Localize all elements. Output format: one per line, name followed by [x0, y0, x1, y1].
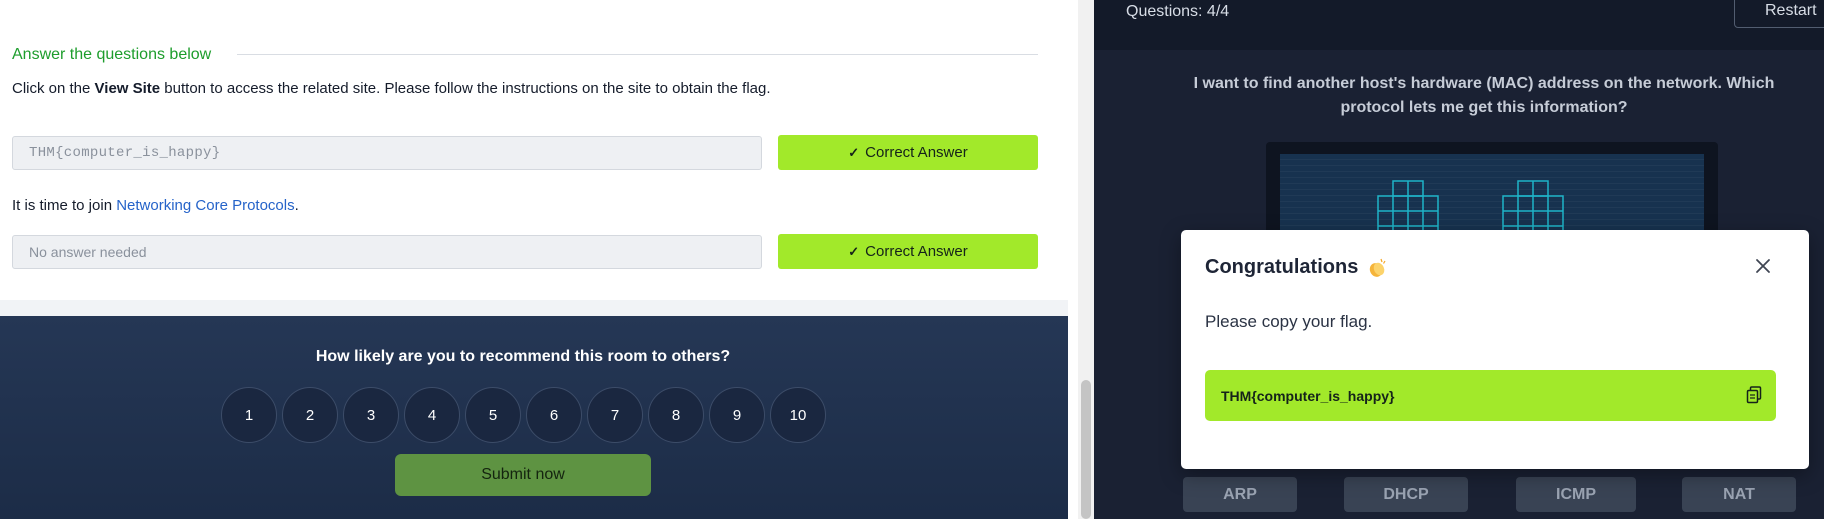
- network-illustration: [1266, 142, 1718, 253]
- check-icon: ✓: [848, 144, 860, 160]
- section-divider: [237, 54, 1038, 55]
- question-2-after: .: [294, 197, 299, 214]
- close-icon[interactable]: [1749, 252, 1777, 280]
- option-dhcp-button[interactable]: DHCP: [1344, 477, 1468, 512]
- restart-button[interactable]: Restart: [1734, 0, 1824, 28]
- feedback-question: How likely are you to recommend this roo…: [315, 348, 731, 365]
- scrollbar-thumb[interactable]: [1081, 380, 1091, 519]
- rating-button-7[interactable]: 7: [587, 387, 643, 443]
- congratulations-modal: Congratulations Please copy your flag. T…: [1181, 230, 1809, 469]
- answer-1-field[interactable]: THM{computer_is_happy}: [12, 136, 762, 170]
- rating-button-9[interactable]: 9: [709, 387, 765, 443]
- modal-title: Congratulations: [1205, 256, 1388, 279]
- flag-copy-box[interactable]: THM{computer_is_happy}: [1205, 370, 1776, 421]
- option-icmp-button[interactable]: ICMP: [1516, 477, 1636, 512]
- rating-button-5[interactable]: 5: [465, 387, 521, 443]
- correct-answer-2-button[interactable]: ✓ Correct Answer: [778, 234, 1038, 269]
- task-card: Answer the questions below Click on the …: [0, 0, 1068, 300]
- correct-answer-1-label: Correct Answer: [865, 144, 968, 161]
- rating-button-6[interactable]: 6: [526, 387, 582, 443]
- rating-button-10[interactable]: 10: [770, 387, 826, 443]
- flag-text: THM{computer_is_happy}: [1221, 387, 1395, 404]
- option-arp-button[interactable]: ARP: [1183, 477, 1297, 512]
- rating-button-1[interactable]: 1: [221, 387, 277, 443]
- answer-2-field[interactable]: No answer needed: [12, 235, 762, 269]
- questions-counter: Questions: 4/4: [1126, 3, 1230, 20]
- question-1-after: button to access the related site. Pleas…: [160, 80, 771, 97]
- rating-button-4[interactable]: 4: [404, 387, 460, 443]
- rating-buttons: 1 2 3 4 5 6 7 8 9 10: [221, 387, 831, 443]
- rating-button-3[interactable]: 3: [343, 387, 399, 443]
- task-pane: Answer the questions below Click on the …: [0, 0, 1068, 519]
- option-nat-button[interactable]: NAT: [1682, 477, 1796, 512]
- question-2-text: It is time to join Networking Core Proto…: [12, 197, 299, 214]
- answer-1-value: THM{computer_is_happy}: [29, 145, 221, 161]
- modal-title-text: Congratulations: [1205, 256, 1359, 278]
- question-1-before: Click on the: [12, 80, 95, 97]
- modal-message: Please copy your flag.: [1205, 312, 1373, 331]
- question-1-text: Click on the View Site button to access …: [12, 80, 771, 97]
- question-1-bold: View Site: [94, 80, 161, 97]
- copy-icon[interactable]: [1746, 386, 1762, 404]
- clapping-hands-icon: [1370, 258, 1386, 277]
- section-heading-text: Answer the questions below: [12, 46, 212, 63]
- networking-core-protocols-link[interactable]: Networking Core Protocols: [116, 197, 294, 214]
- correct-answer-2-label: Correct Answer: [865, 243, 968, 260]
- rating-button-8[interactable]: 8: [648, 387, 704, 443]
- quiz-question: I want to find another host's hardware (…: [1193, 75, 1775, 116]
- rating-button-2[interactable]: 2: [282, 387, 338, 443]
- submit-rating-button[interactable]: Submit now: [395, 454, 651, 496]
- question-2-before: It is time to join: [12, 197, 117, 214]
- quiz-header: Questions: 4/4 Restart: [1094, 0, 1824, 50]
- section-heading: Answer the questions below: [12, 43, 211, 67]
- check-icon: ✓: [848, 243, 860, 259]
- answer-2-value: No answer needed: [29, 244, 147, 260]
- correct-answer-1-button[interactable]: ✓ Correct Answer: [778, 135, 1038, 170]
